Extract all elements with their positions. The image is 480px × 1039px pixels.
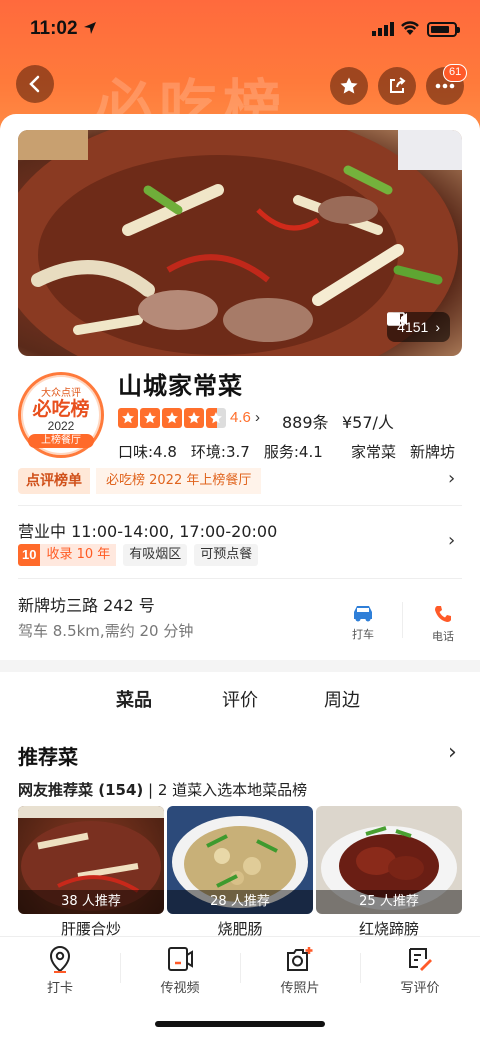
call-button[interactable]: 电话: [418, 604, 468, 644]
share-button[interactable]: [378, 67, 416, 105]
dish-recommend-count: 28 人推荐: [167, 890, 313, 914]
chevron-right-icon: ›: [435, 319, 440, 335]
recommended-dishes-section: 推荐菜 › 网友推荐菜 (154) | 2 道菜入选本地菜品榜 38 人推荐 肝…: [0, 724, 480, 938]
ranking-tag: 点评榜单: [18, 468, 90, 494]
category-cuisine[interactable]: 家常菜: [351, 441, 396, 462]
dish-card[interactable]: 25 人推荐: [316, 806, 462, 914]
logo-year: 2022: [47, 419, 75, 433]
dish-recommend-count: 38 人推荐: [18, 890, 164, 914]
chevron-right-icon: ›: [448, 468, 456, 489]
divider: [18, 578, 462, 579]
chevron-right-icon[interactable]: ›: [448, 530, 455, 551]
divider: [18, 505, 462, 506]
signal-icon: [372, 22, 394, 36]
drive-distance: 驾车 8.5km,需约 20 分钟: [18, 622, 194, 640]
review-count[interactable]: 889条: [282, 409, 329, 433]
battery-icon: [427, 22, 460, 37]
tab-reviews[interactable]: 评价: [222, 686, 258, 712]
write-review-button[interactable]: 写评价: [360, 945, 480, 996]
logo-brand: 大众点评: [41, 388, 81, 399]
star-icon: [340, 77, 358, 94]
rating-star: [206, 408, 226, 428]
category-area[interactable]: 新牌坊: [410, 441, 455, 462]
dish-card[interactable]: 38 人推荐: [18, 806, 164, 914]
years-listed-tag: 10 收录 10 年: [18, 544, 117, 566]
notification-badge: 61: [443, 64, 468, 82]
checkin-button[interactable]: 打卡: [0, 945, 120, 996]
phone-icon: [435, 606, 451, 622]
score-environment: 环境:3.7: [190, 443, 250, 461]
ranking-row[interactable]: 点评榜单 必吃榜 2022 年上榜餐厅 ›: [18, 468, 462, 494]
camera-plus-icon: [287, 947, 313, 971]
shop-info-card: 4151 › 大众点评 必吃榜 2022 上榜餐厅 山城家常菜 4.6 › 88…: [0, 114, 480, 660]
video-upload-icon: [168, 947, 193, 971]
home-indicator: [155, 1021, 325, 1027]
rating-star: [162, 408, 182, 428]
address[interactable]: 新牌坊三路 242 号: [18, 592, 155, 616]
status-bar: 11:02: [0, 0, 480, 60]
hero-photo[interactable]: 4151 ›: [18, 130, 462, 356]
wifi-icon: [401, 21, 419, 35]
rating-star: [118, 408, 138, 428]
rating-value[interactable]: 4.6 ›: [230, 409, 260, 426]
car-icon: [354, 606, 372, 622]
chevron-left-icon: [29, 75, 40, 93]
tab-nearby[interactable]: 周边: [324, 686, 360, 712]
rating-stars: [118, 408, 226, 428]
divider: [402, 602, 403, 638]
logo-label: 上榜餐厅: [28, 434, 94, 448]
smoking-area-tag: 有吸烟区: [123, 544, 188, 566]
dish-recommend-count: 25 人推荐: [316, 890, 462, 914]
favorite-button[interactable]: [330, 67, 368, 105]
location-arrow-icon: [84, 22, 96, 34]
rating-star: [184, 408, 204, 428]
taxi-button[interactable]: 打车: [338, 604, 388, 642]
section-title: 推荐菜: [18, 745, 78, 769]
status-time: 11:02: [30, 18, 78, 39]
location-pin-icon: [49, 945, 71, 973]
business-hours[interactable]: 营业中 11:00-14:00, 17:00-20:00: [18, 518, 277, 542]
price-per-person: ¥57/人: [342, 413, 394, 432]
categories: 家常菜 新牌坊: [351, 441, 455, 462]
feature-tags: 10 收录 10 年 有吸烟区 可预点餐: [18, 544, 259, 566]
upload-photo-button[interactable]: 传照片: [240, 945, 360, 996]
share-icon: [390, 77, 406, 93]
dish-card[interactable]: 28 人推荐: [167, 806, 313, 914]
upload-video-button[interactable]: 传视频: [120, 945, 240, 996]
media-count-pill[interactable]: 4151 ›: [387, 312, 450, 342]
must-eat-badge-logo: 大众点评 必吃榜 2022 上榜餐厅: [18, 372, 104, 458]
tab-dishes[interactable]: 菜品: [116, 686, 152, 715]
score-taste: 口味:4.8: [118, 443, 177, 461]
edit-review-icon: [409, 948, 432, 971]
rating-star: [140, 408, 160, 428]
ranking-text: 必吃榜 2022 年上榜餐厅: [96, 468, 262, 494]
logo-title: 必吃榜: [32, 398, 90, 420]
dishes-subtitle: 网友推荐菜 (154) | 2 道菜入选本地菜品榜: [18, 781, 308, 799]
score-service: 服务:4.1: [263, 443, 323, 461]
video-icon: [387, 313, 408, 325]
pre-order-tag: 可预点餐: [194, 544, 259, 566]
more-dots-icon: [435, 83, 455, 89]
chevron-right-icon[interactable]: ›: [448, 740, 457, 765]
shop-name: 山城家常菜: [118, 372, 243, 400]
content-tabs: 菜品 评价 周边: [0, 672, 480, 724]
back-button[interactable]: [16, 65, 54, 103]
sub-scores: 口味:4.8 环境:3.7 服务:4.1: [118, 441, 323, 462]
